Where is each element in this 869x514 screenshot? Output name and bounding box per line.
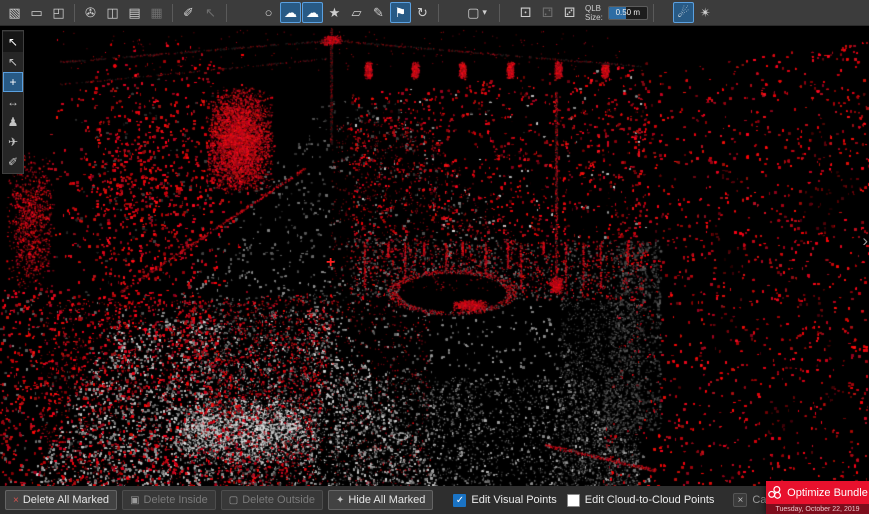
draw-pencil-icon[interactable]: ✎ xyxy=(368,2,389,23)
pan-move-icon[interactable]: + xyxy=(3,72,23,92)
toolbar-separator xyxy=(499,4,500,22)
mark-cloud-inside-icon[interactable]: ☁ xyxy=(280,2,301,23)
checkbox-checked-icon[interactable]: ✓ xyxy=(453,494,466,507)
toolbar-group: ✇◫▤▦ xyxy=(80,2,167,23)
toolbar-separator xyxy=(74,4,75,22)
fence-polygon-icon[interactable]: ▱ xyxy=(346,2,367,23)
hide-all-marked-button[interactable]: ✦ Hide All Marked xyxy=(328,490,433,510)
toolbar-group: ⚀⚁⚂ QLB Size: 0.50 m xyxy=(515,2,648,23)
beam-icon[interactable]: ✴ xyxy=(695,2,716,23)
pick-cursor-icon: ↖ xyxy=(200,2,221,23)
multi-select-cursor-icon[interactable]: ↖ xyxy=(3,52,23,72)
region-select-icon[interactable]: ▧ xyxy=(4,2,25,23)
paint-select-icon[interactable]: ✐ xyxy=(3,152,23,172)
refresh-scan-icon[interactable]: ↻ xyxy=(412,2,433,23)
toolbar-separator xyxy=(226,4,227,22)
delete-inside-button: ▣ Delete Inside xyxy=(122,490,216,510)
mark-cloud-outside-icon[interactable]: ☁ xyxy=(302,2,323,23)
bottom-toolbar: × Delete All Marked ▣ Delete Inside ▢ Delete … xyxy=(0,486,869,514)
close-icon: × xyxy=(733,493,747,507)
edit-visual-points-checkbox[interactable]: ✓ Edit Visual Points xyxy=(453,494,556,507)
toolbar-separator xyxy=(438,4,439,22)
mark-pen-icon[interactable]: ✐ xyxy=(178,2,199,23)
split-view-icon[interactable]: ◫ xyxy=(102,2,123,23)
toolbar-separator xyxy=(653,4,654,22)
range-measure-icon[interactable]: ↔ xyxy=(3,92,23,112)
limit-box-icon[interactable]: ⚀ xyxy=(515,2,536,23)
viewport: ↖↖+↔♟✈✐ + › xyxy=(0,26,869,486)
top-toolbar: ▧▭◰✇◫▤▦✐↖○☁☁★▱✎⚑↻▢▾⚀⚁⚂QLB Size:0.50 m☄✴ xyxy=(0,0,869,26)
fit-screen-icon[interactable]: ▭ xyxy=(26,2,47,23)
pick-marker-icon: + xyxy=(326,255,335,271)
pointcloud-canvas[interactable] xyxy=(0,26,869,486)
hide-all-marked-icon: ✦ xyxy=(336,495,344,506)
delete-all-marked-button[interactable]: × Delete All Marked xyxy=(5,490,117,510)
zoom-window-icon[interactable]: ◰ xyxy=(48,2,69,23)
checkbox-unchecked-icon[interactable] xyxy=(567,494,580,507)
edit-cloud-to-cloud-label: Edit Cloud-to-Cloud Points xyxy=(585,494,715,506)
app-window: ▧▭◰✇◫▤▦✐↖○☁☁★▱✎⚑↻▢▾⚀⚁⚂QLB Size:0.50 m☄✴ … xyxy=(0,0,869,514)
edit-cloud-to-cloud-checkbox[interactable]: Edit Cloud-to-Cloud Points xyxy=(567,494,715,507)
delete-all-marked-label: Delete All Marked xyxy=(23,494,109,506)
toolbar-group: ✐↖ xyxy=(178,2,221,23)
bundle-icon xyxy=(767,485,782,500)
panorama-view-icon[interactable]: ▤ xyxy=(124,2,145,23)
flashlight-icon[interactable]: ☄ xyxy=(673,2,694,23)
edit-options-group: ✓ Edit Visual Points Edit Cloud-to-Cloud P… xyxy=(443,494,714,507)
chevron-down-icon: ▾ xyxy=(482,7,487,18)
slider-value: 0.50 m xyxy=(609,7,647,19)
optimize-bundle-main: Optimize Bundle xyxy=(766,481,869,504)
edit-visual-points-label: Edit Visual Points xyxy=(471,494,556,506)
star-target-icon[interactable]: ★ xyxy=(324,2,345,23)
grid-view-icon: ▦ xyxy=(146,2,167,23)
hide-all-marked-label: Hide All Marked xyxy=(348,494,425,506)
sphere-select-icon[interactable]: ○ xyxy=(258,2,279,23)
toolbar-group: ▧▭◰ xyxy=(4,2,69,23)
left-toolbar: ↖↖+↔♟✈✐ xyxy=(2,30,24,174)
edit-buttons-group: × Delete All Marked ▣ Delete Inside ▢ Delete … xyxy=(5,490,433,510)
optimize-bundle-label: Optimize Bundle xyxy=(787,487,868,499)
toolbar-group: ▢▾ xyxy=(460,2,494,23)
toolbar-group: ☄✴ xyxy=(673,2,716,23)
optimize-bundle-button[interactable]: Optimize Bundle Tuesday, October 22, 201… xyxy=(766,481,869,514)
fly-navigate-icon[interactable]: ✈ xyxy=(3,132,23,152)
toolbar-group: ○☁☁★▱✎⚑↻ xyxy=(258,2,433,23)
delete-outside-label: Delete Outside xyxy=(242,494,315,506)
box-export-icon: ⚁ xyxy=(537,2,558,23)
delete-outside-button: ▢ Delete Outside xyxy=(221,490,323,510)
placemark-pin-icon[interactable]: ⚑ xyxy=(390,2,411,23)
panel-expander-icon[interactable]: › xyxy=(862,232,868,249)
view-mode-dropdown[interactable]: ▢▾ xyxy=(460,2,494,23)
select-cursor-icon[interactable]: ↖ xyxy=(3,32,23,52)
setup-position-icon[interactable]: ♟ xyxy=(3,112,23,132)
qlb-size-slider[interactable]: 0.50 m xyxy=(608,6,648,20)
delete-outside-icon: ▢ xyxy=(229,495,238,506)
box-mode-icon[interactable]: ⚂ xyxy=(559,2,580,23)
toolbar-separator xyxy=(172,4,173,22)
qlb-size-label: QLB Size: xyxy=(585,4,603,22)
delete-inside-label: Delete Inside xyxy=(144,494,208,506)
delete-all-marked-icon: × xyxy=(13,495,19,506)
camera-icon[interactable]: ✇ xyxy=(80,2,101,23)
delete-inside-icon: ▣ xyxy=(130,495,139,506)
status-date: Tuesday, October 22, 2019 xyxy=(766,504,869,514)
